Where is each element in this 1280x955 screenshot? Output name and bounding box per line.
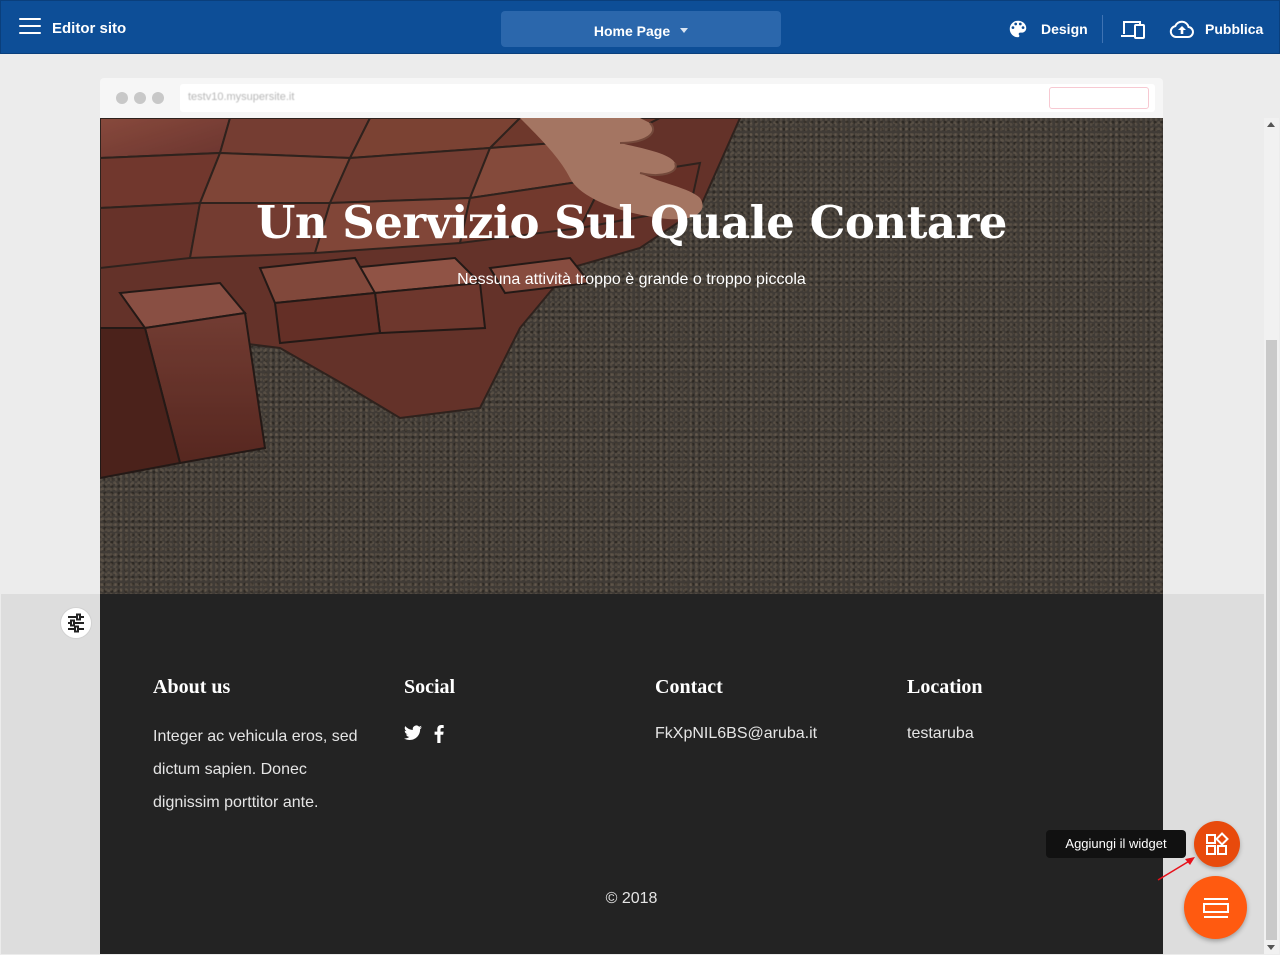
hero-title: Un Servizio Sul Quale Contare — [256, 196, 1007, 249]
design-button[interactable]: Design — [1007, 18, 1088, 40]
hero-section[interactable]: Un Servizio Sul Quale Contare Nessuna at… — [100, 118, 1163, 594]
site-url: testv10.mysupersite.it — [188, 91, 295, 103]
section-layout-icon — [1202, 897, 1229, 918]
page-selector-label: Home Page — [593, 23, 671, 39]
device-preview-button[interactable] — [1120, 18, 1146, 45]
footer-section[interactable]: About us Integer ac vehicula eros, sed d… — [100, 594, 1163, 954]
widgets-icon — [1206, 832, 1229, 855]
social-icons — [404, 725, 455, 743]
social-heading: Social — [404, 676, 456, 698]
about-heading: About us — [153, 676, 231, 698]
publish-button[interactable]: Pubblica — [1169, 18, 1263, 40]
editor-canvas: testv10.mysupersite.it Un Servizio Sul Q… — [1, 54, 1264, 954]
design-label: Design — [1041, 21, 1088, 37]
sliders-icon — [68, 613, 84, 633]
window-dot — [116, 92, 128, 104]
address-bar-badge — [1049, 87, 1149, 109]
page-selector-dropdown[interactable]: Home Page — [501, 11, 781, 47]
editor-title: Editor sito — [52, 20, 127, 37]
about-text: Integer ac vehicula eros, sed dictum sap… — [153, 728, 358, 811]
publish-label: Pubblica — [1205, 21, 1264, 37]
browser-mock-bar: testv10.mysupersite.it — [100, 78, 1163, 118]
caret-down-icon — [680, 28, 689, 33]
contact-email[interactable]: FkXpNIL6BS@aruba.it — [655, 725, 817, 743]
editor-topbar: Editor sito Home Page Design Pubblica — [0, 0, 1280, 54]
scroll-down-arrow[interactable] — [1267, 945, 1275, 950]
footer-contact-column: Contact FkXpNIL6BS@aruba.it — [655, 676, 817, 743]
devices-icon — [1121, 21, 1145, 39]
location-text: testaruba — [907, 725, 974, 742]
address-bar: testv10.mysupersite.it — [180, 84, 1155, 112]
window-dot — [152, 92, 164, 104]
scroll-thumb[interactable] — [1266, 340, 1277, 940]
footer-social-column: Social — [404, 676, 455, 743]
twitter-icon[interactable] — [404, 725, 422, 741]
facebook-icon[interactable] — [434, 725, 444, 743]
palette-icon — [1009, 20, 1027, 38]
contact-heading: Contact — [655, 676, 723, 698]
location-heading: Location — [907, 676, 983, 698]
vertical-scrollbar[interactable] — [1264, 118, 1279, 954]
add-section-button[interactable] — [1184, 876, 1247, 939]
hero-subtitle: Nessuna attività troppo è grande o tropp… — [457, 271, 806, 288]
footer-about-column: About us Integer ac vehicula eros, sed d… — [153, 676, 373, 819]
scroll-up-arrow[interactable] — [1267, 122, 1275, 127]
hero-overlay — [100, 118, 1163, 594]
cloud-upload-icon — [1169, 20, 1194, 38]
copyright-text: © 2018 — [605, 890, 658, 907]
add-widget-button[interactable] — [1194, 821, 1240, 867]
menu-icon[interactable] — [19, 18, 41, 36]
topbar-divider — [1102, 15, 1103, 43]
section-settings-button[interactable] — [60, 607, 92, 639]
add-widget-tooltip: Aggiungi il widget — [1046, 830, 1186, 858]
tooltip-arrow — [1157, 857, 1195, 881]
window-dot — [134, 92, 146, 104]
footer-location-column: Location testaruba — [907, 676, 983, 743]
